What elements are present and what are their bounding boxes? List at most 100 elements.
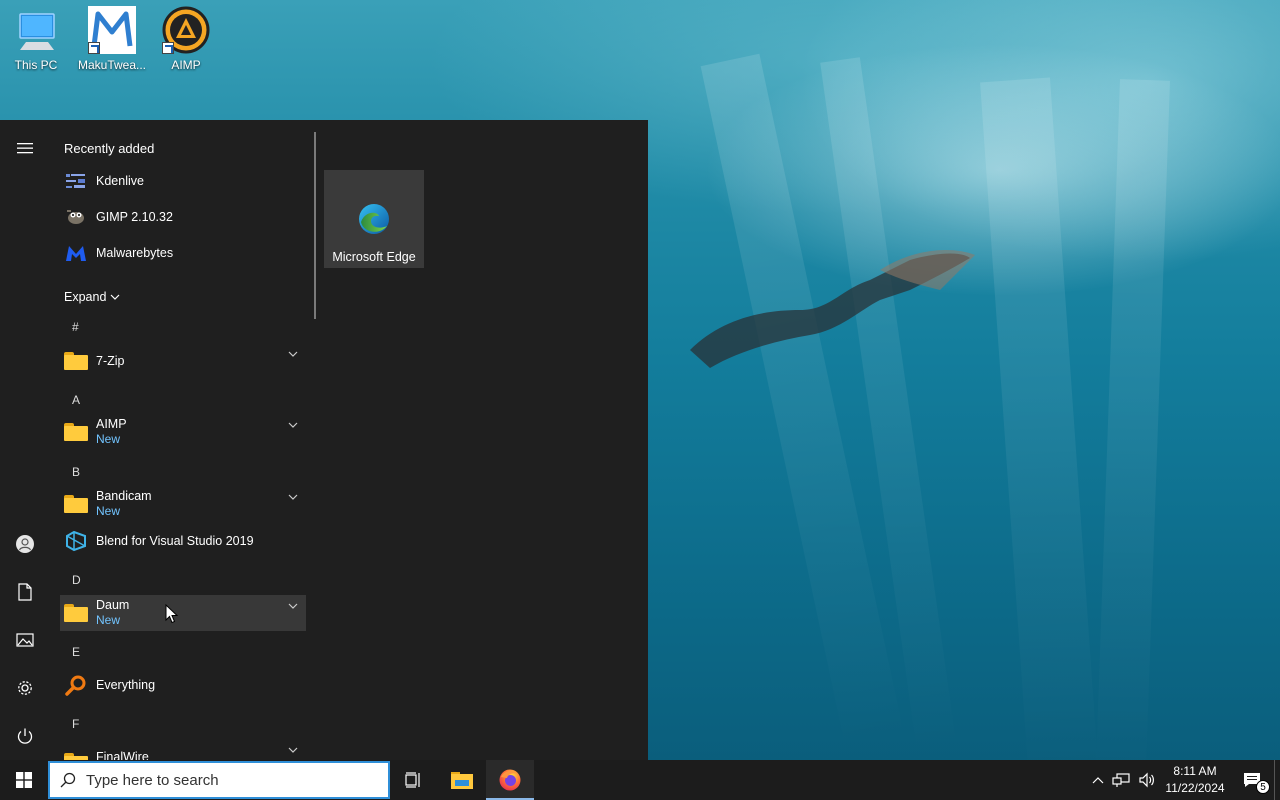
makutweaker-icon [88,6,136,54]
folder-icon [64,745,88,760]
show-desktop-button[interactable] [1274,760,1280,800]
taskbar-clock[interactable]: 8:11 AM 11/22/2024 [1160,760,1230,800]
windows-logo-icon [16,772,32,788]
chevron-down-icon[interactable] [288,603,298,609]
desktop-icon-this-pc[interactable]: This PC [0,6,72,72]
search-input[interactable] [86,771,366,789]
diver-figure [690,250,975,368]
tile-label: Microsoft Edge [332,250,416,264]
network-button[interactable] [1108,760,1134,800]
letter-header-e[interactable]: E [72,645,80,659]
app-name: 7-Zip [96,353,125,368]
folder-icon [64,601,88,625]
chevron-down-icon[interactable] [288,351,298,357]
app-name: GIMP 2.10.32 [96,209,173,224]
clock-time: 8:11 AM [1173,764,1217,778]
file-explorer-icon [451,772,473,789]
app-aimp[interactable]: AIMP New [60,414,306,450]
recently-added-heading: Recently added [64,141,155,156]
expand-button[interactable]: Expand [64,290,120,304]
recent-app-kdenlive[interactable]: Kdenlive [60,163,306,199]
letter-header-b[interactable]: B [72,465,80,479]
speaker-icon [1139,772,1154,788]
desktop-icon-makutweaker[interactable]: MakuTwea... [76,6,148,72]
new-badge: New [96,504,121,518]
malwarebytes-icon [64,241,88,265]
edge-icon [359,204,389,234]
power-button[interactable] [0,714,50,758]
letter-header-hash[interactable]: # [72,320,79,334]
tile-microsoft-edge[interactable]: Microsoft Edge [324,170,424,268]
blend-icon [64,529,88,553]
desktop-icon-label: AIMP [171,58,201,72]
taskbar-file-explorer[interactable] [438,760,486,800]
desktop-icon-aimp[interactable]: AIMP [150,6,222,72]
everything-icon [64,673,88,697]
app-7zip[interactable]: 7-Zip [60,343,306,379]
taskbar: 8:11 AM 11/22/2024 5 [0,760,1280,800]
start-rail [0,120,50,760]
settings-button[interactable] [0,666,50,710]
gear-icon [18,681,32,695]
system-tray: 8:11 AM 11/22/2024 5 [1088,760,1280,800]
app-blend-vs2019[interactable]: Blend for Visual Studio 2019 [60,523,306,559]
start-menu: Recently added Kdenlive GIMP 2.10.32 Mal… [0,120,648,760]
taskbar-search-box[interactable] [48,761,390,799]
app-name: FinalWire [96,749,149,761]
document-icon [18,583,32,601]
chevron-down-icon [110,294,120,300]
expand-label: Expand [64,290,107,304]
letter-header-f[interactable]: F [72,717,79,731]
chevron-down-icon[interactable] [288,422,298,428]
letter-header-a[interactable]: A [72,393,80,407]
app-list-scrollbar[interactable] [314,132,316,319]
new-badge: New [96,432,121,446]
recent-app-gimp[interactable]: GIMP 2.10.32 [60,199,306,235]
power-icon [17,728,33,744]
letter-header-d[interactable]: D [72,573,81,587]
aimp-icon [162,6,210,54]
task-view-icon [405,772,420,788]
chevron-up-icon [1092,777,1104,784]
folder-icon [64,492,88,516]
folder-icon [64,349,88,373]
network-icon [1112,773,1130,787]
app-daum[interactable]: Daum New [60,595,306,631]
mouse-cursor-icon [165,604,179,624]
documents-button[interactable] [0,570,50,614]
recent-app-malwarebytes[interactable]: Malwarebytes [60,235,306,271]
chevron-down-icon[interactable] [288,494,298,500]
folder-icon [64,420,88,444]
desktop-icon-label: This PC [14,58,58,72]
app-name: Bandicam [96,489,152,503]
app-everything[interactable]: Everything [60,667,306,703]
app-name: Kdenlive [96,173,144,188]
clock-date: 11/22/2024 [1165,781,1225,795]
app-bandicam[interactable]: Bandicam New [60,486,306,522]
volume-button[interactable] [1134,760,1160,800]
taskbar-firefox[interactable] [486,760,534,800]
pictures-button[interactable] [0,618,50,662]
show-hidden-icons-button[interactable] [1088,760,1108,800]
app-name: Everything [96,677,156,692]
app-list: Recently added Kdenlive GIMP 2.10.32 Mal… [56,130,310,760]
app-name: Daum [96,598,130,612]
app-name: Blend for Visual Studio 2019 [96,533,254,548]
desktop-icon-label: MakuTwea... [77,58,147,72]
this-pc-icon [12,6,60,54]
hamburger-menu-button[interactable] [0,126,50,170]
pictures-icon [16,633,34,647]
action-center-button[interactable]: 5 [1230,760,1274,800]
firefox-icon [499,769,521,791]
user-icon [16,535,34,553]
gimp-icon [64,205,88,229]
search-icon [50,772,86,788]
chevron-down-icon[interactable] [288,747,298,753]
start-button[interactable] [0,760,48,800]
account-button[interactable] [0,522,50,566]
task-view-button[interactable] [390,760,438,800]
new-badge: New [96,613,121,627]
hamburger-icon [17,143,33,154]
app-finalwire[interactable]: FinalWire [60,739,306,760]
kdenlive-icon [64,169,88,193]
